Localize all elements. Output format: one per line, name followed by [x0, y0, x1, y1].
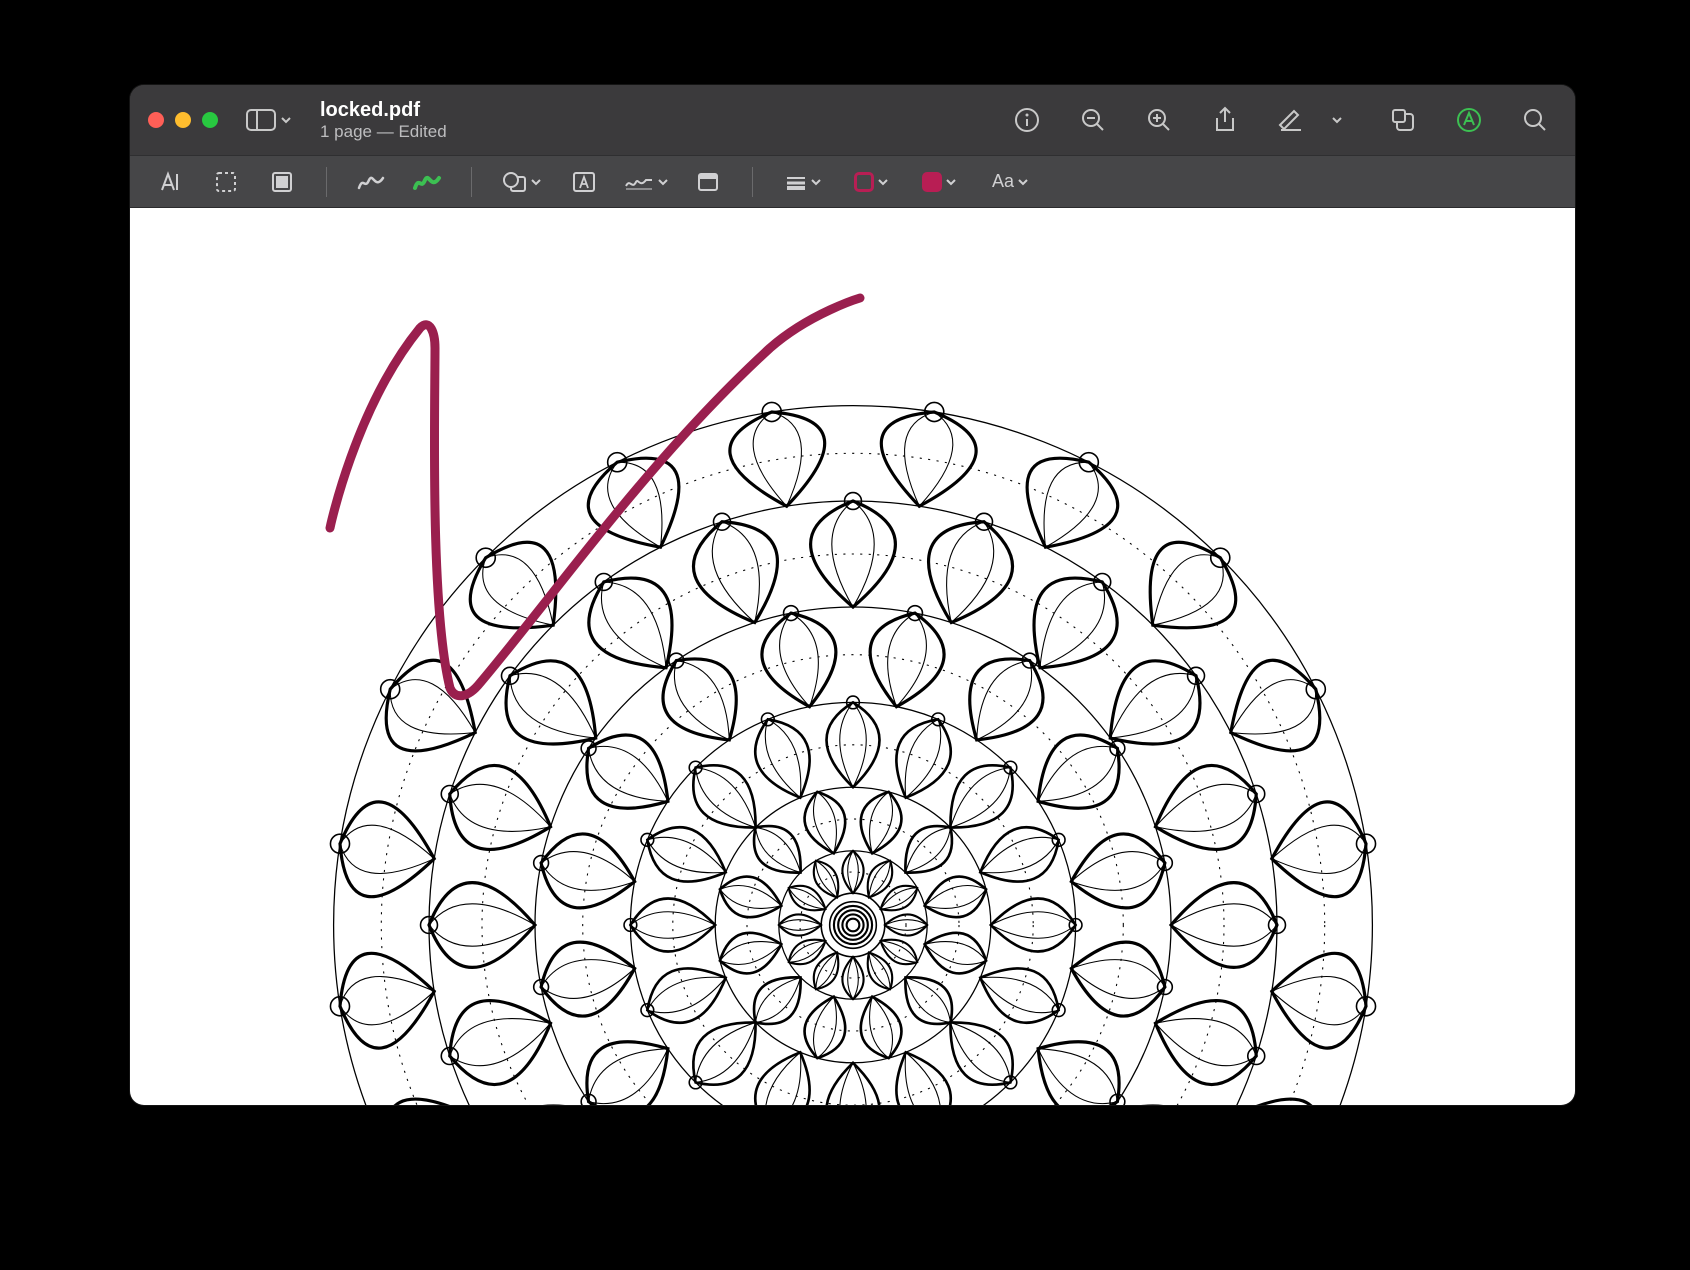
rotate-button[interactable]: [1389, 106, 1417, 134]
chevron-down-icon: [878, 177, 888, 187]
zoom-out-button[interactable]: [1079, 106, 1107, 134]
document-canvas[interactable]: [130, 207, 1575, 1105]
chevron-down-icon: [1018, 177, 1028, 187]
info-button[interactable]: [1013, 106, 1041, 134]
chevron-down-icon: [811, 177, 821, 187]
shapes-icon: [503, 171, 527, 193]
shapes-tool[interactable]: [494, 163, 550, 201]
text-box-icon: [572, 171, 596, 193]
text-selection-tool[interactable]: [148, 163, 192, 201]
chevron-down-icon: [531, 177, 541, 187]
sidebar-icon: [246, 108, 276, 132]
sketch-tool[interactable]: [349, 163, 393, 201]
text-cursor-icon: [158, 170, 182, 194]
text-style-label: Aa: [992, 171, 1014, 192]
sign-tool[interactable]: [618, 163, 674, 201]
search-button[interactable]: [1521, 106, 1549, 134]
zoom-in-icon: [1146, 107, 1172, 133]
shape-style-tool[interactable]: [775, 163, 831, 201]
titlebar: locked.pdf 1 page — Edited: [130, 85, 1575, 155]
close-button[interactable]: [148, 112, 164, 128]
note-icon: [697, 172, 719, 192]
text-style-tool[interactable]: Aa: [979, 163, 1041, 201]
highlight-icon: [1278, 107, 1304, 133]
zoom-button[interactable]: [202, 112, 218, 128]
share-icon: [1213, 106, 1237, 134]
markup-button[interactable]: [1455, 106, 1483, 134]
draw-tool[interactable]: [405, 163, 449, 201]
draw-icon: [413, 172, 441, 192]
line-weight-icon: [785, 175, 807, 189]
rectangular-selection-tool[interactable]: [204, 163, 248, 201]
toolbar-right: [1013, 106, 1557, 134]
redact-tool[interactable]: [260, 163, 304, 201]
fill-color-tool[interactable]: [911, 163, 967, 201]
chevron-down-icon: [1331, 114, 1343, 126]
separator: [326, 167, 327, 197]
user-sketch: [300, 288, 920, 718]
markup-icon: [1456, 107, 1482, 133]
zoom-in-button[interactable]: [1145, 106, 1173, 134]
title-block: locked.pdf 1 page — Edited: [320, 98, 447, 142]
highlight-button[interactable]: [1277, 106, 1305, 134]
chevron-down-icon: [658, 177, 668, 187]
zoom-out-icon: [1080, 107, 1106, 133]
highlight-menu[interactable]: [1323, 106, 1351, 134]
chevron-down-icon: [946, 177, 956, 187]
info-icon: [1014, 107, 1040, 133]
document-title: locked.pdf: [320, 98, 447, 122]
chevron-down-icon: [280, 114, 292, 126]
redact-icon: [271, 171, 293, 193]
preview-window: locked.pdf 1 page — Edited: [130, 85, 1575, 1105]
fill-color-swatch: [922, 172, 942, 192]
text-tool[interactable]: [562, 163, 606, 201]
markup-toolbar: Aa: [130, 155, 1575, 207]
signature-icon: [624, 172, 654, 192]
rotate-icon: [1390, 107, 1416, 133]
border-color-swatch: [854, 172, 874, 192]
minimize-button[interactable]: [175, 112, 191, 128]
search-icon: [1522, 107, 1548, 133]
document-subtitle: 1 page — Edited: [320, 122, 447, 142]
selection-rect-icon: [215, 171, 237, 193]
traffic-lights: [148, 112, 218, 128]
note-tool[interactable]: [686, 163, 730, 201]
separator: [752, 167, 753, 197]
share-button[interactable]: [1211, 106, 1239, 134]
border-color-tool[interactable]: [843, 163, 899, 201]
sidebar-view-menu[interactable]: [246, 108, 292, 132]
separator: [471, 167, 472, 197]
sketch-icon: [357, 172, 385, 192]
